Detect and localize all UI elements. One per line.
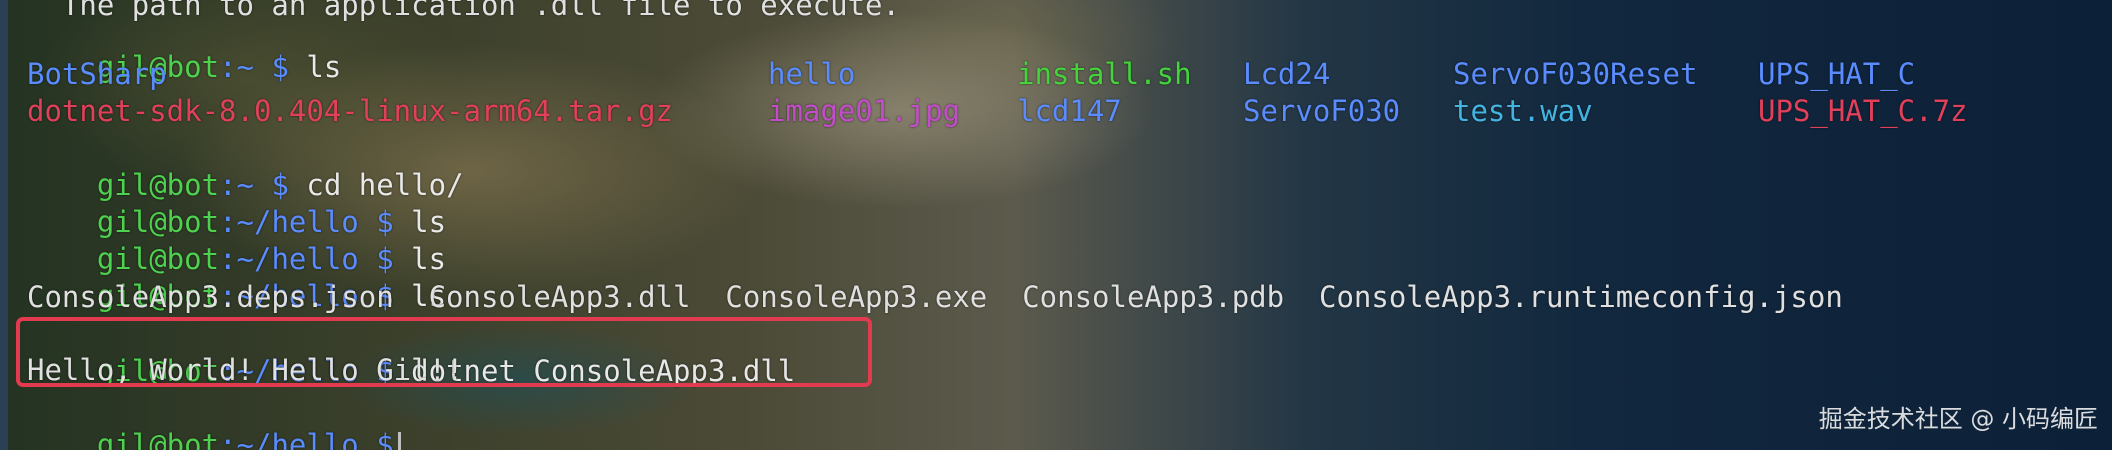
- text-cursor: [397, 432, 401, 450]
- prompt-line: gil@bot:~/hello $ ls: [27, 167, 446, 239]
- prompt-path: ~/hello: [236, 428, 359, 450]
- ls-entry-directory: ServoF030Reset: [1453, 57, 1698, 91]
- terminal-window[interactable]: The path to an application .dll file to …: [0, 0, 2112, 450]
- active-prompt-line[interactable]: gil@bot:~/hello $: [27, 390, 401, 450]
- ls-entry-directory: ServoF030: [1243, 94, 1401, 128]
- prompt-line: gil@bot:~ $ ls: [27, 12, 341, 84]
- ls-entry-executable: install.sh: [1017, 57, 1192, 91]
- prompt-symbol: $: [376, 428, 394, 450]
- ls-output-row: ConsoleApp3.deps.json ConsoleApp3.dll Co…: [27, 280, 1843, 314]
- ls-output-row: BotSharp hello install.sh Lcd24 ServoF03…: [27, 56, 2087, 93]
- ls-entry-directory: UPS_HAT_C: [1758, 57, 1916, 91]
- ls-entry-directory: Lcd24: [1243, 57, 1331, 91]
- prompt-separator: :: [219, 428, 237, 450]
- ls-entry-directory: lcd147: [1017, 94, 1122, 128]
- ls-entry-archive: UPS_HAT_C.7z: [1758, 94, 1968, 128]
- scroll-gutter: [0, 0, 8, 450]
- highlight-annotation-box: [16, 317, 872, 387]
- ls-entry-audio: test.wav: [1453, 94, 1593, 128]
- ls-entry-image: image01.jpg: [768, 94, 961, 128]
- prompt-line: gil@bot:~ $ cd hello/: [27, 130, 464, 202]
- prompt-line: gil@bot:~/hello $ ls: [27, 241, 446, 313]
- prompt-user: gil@bot: [96, 428, 220, 450]
- ls-entry-archive: dotnet-sdk-8.0.404-linux-arm64.tar.gz: [27, 94, 674, 128]
- watermark: 掘金技术社区 @ 小码编匠: [1818, 405, 2098, 433]
- prompt-line: gil@bot:~/hello $ ls: [27, 204, 446, 276]
- ls-entry-directory: BotSharp: [27, 57, 167, 91]
- ls-output-row: dotnet-sdk-8.0.404-linux-arm64.tar.gz im…: [27, 93, 2087, 130]
- ls-entry-directory: hello: [768, 57, 856, 91]
